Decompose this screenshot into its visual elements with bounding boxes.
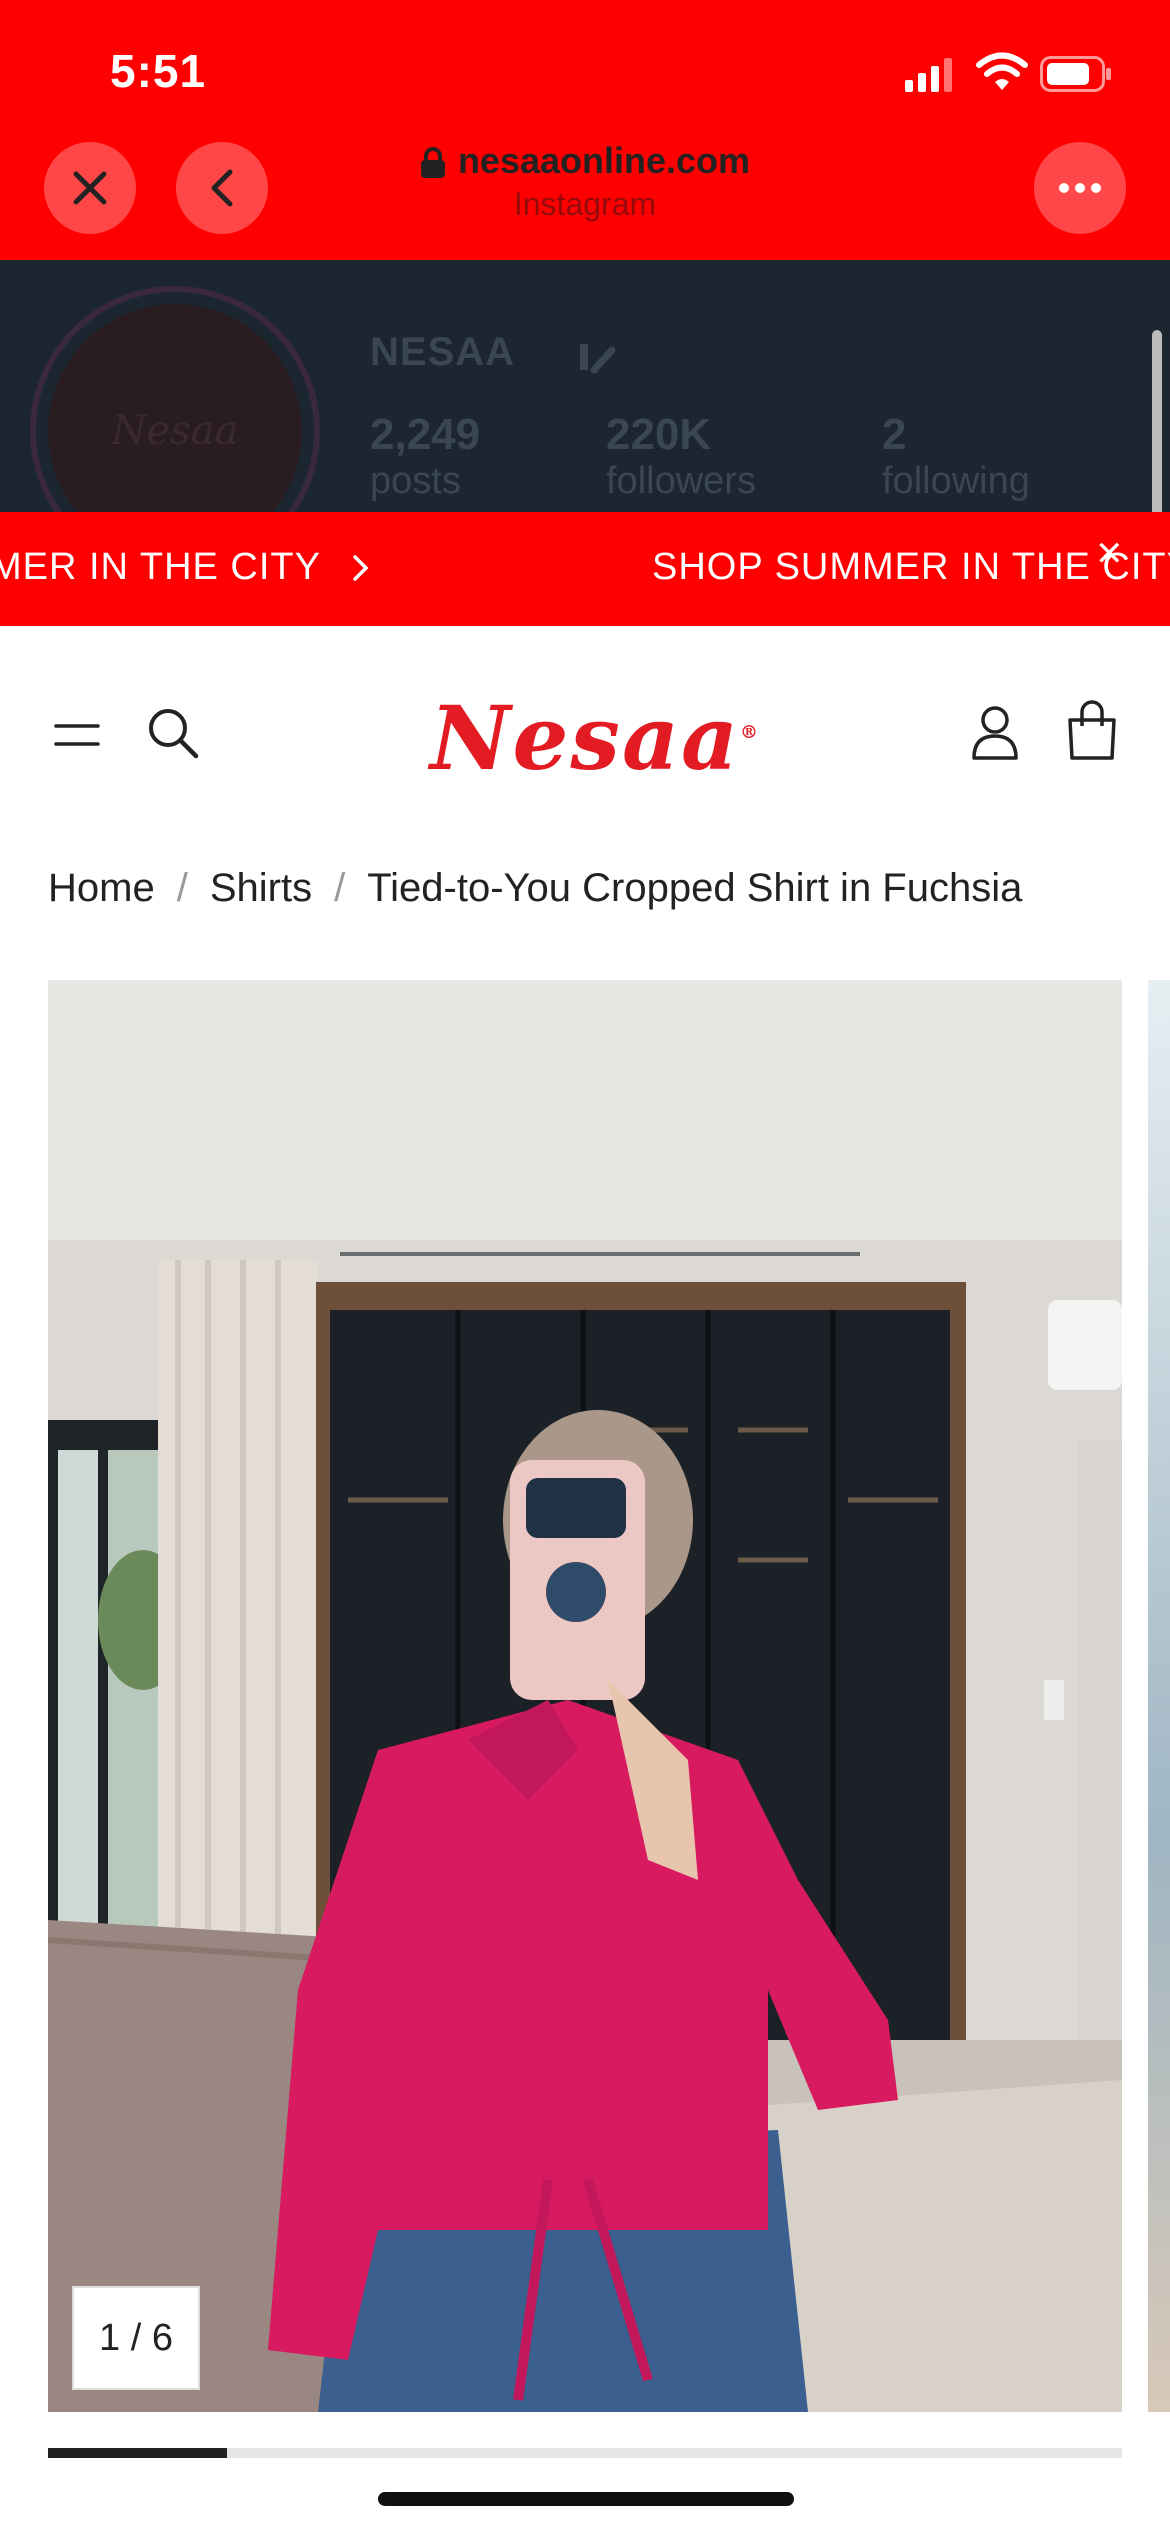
followers-stat: 220K followers xyxy=(606,410,756,502)
announcement-bar[interactable]: MER IN THE CITY SHOP SUMMER IN THE CITY … xyxy=(0,512,1170,626)
back-button[interactable] xyxy=(176,142,268,234)
wifi-icon xyxy=(976,52,1028,90)
breadcrumb-separator: / xyxy=(334,866,346,910)
address-bar[interactable]: nesaaonline.com Instagram xyxy=(300,140,870,223)
gallery-progress-fill xyxy=(48,2448,228,2458)
breadcrumb-separator: / xyxy=(176,866,188,910)
status-time: 5:51 xyxy=(110,45,207,97)
instagram-profile-header: Nesaa NESAA 2,249 posts 220K followers 2… xyxy=(0,260,1170,512)
posts-stat: 2,249 posts xyxy=(370,410,481,502)
cart-icon[interactable] xyxy=(1066,700,1118,760)
menu-icon[interactable] xyxy=(54,718,100,752)
brand-logo[interactable]: Nesaa® xyxy=(430,686,760,790)
url-source: Instagram xyxy=(513,186,657,222)
url-text: nesaaonline.com xyxy=(457,140,751,181)
search-icon[interactable] xyxy=(146,706,200,760)
chevron-right-icon xyxy=(353,555,369,581)
in-app-browser-bar: nesaaonline.com Instagram xyxy=(0,100,1170,260)
gallery-progress xyxy=(48,2448,1122,2458)
site-header: Nesaa® xyxy=(0,626,1170,844)
more-button[interactable] xyxy=(1034,142,1126,234)
profile-name: NESAA xyxy=(370,330,516,374)
signal-icon xyxy=(905,58,952,92)
edit-icon xyxy=(580,344,616,374)
close-button[interactable] xyxy=(44,142,136,234)
following-stat: 2 following xyxy=(882,410,1030,502)
breadcrumb-home[interactable]: Home xyxy=(48,866,155,910)
close-icon xyxy=(73,171,107,205)
product-photo xyxy=(48,980,1122,2412)
battery-icon xyxy=(1040,56,1111,92)
lock-icon xyxy=(420,147,445,179)
breadcrumb-shirts[interactable]: Shirts xyxy=(210,866,312,910)
next-image-peek[interactable] xyxy=(1148,980,1170,2412)
back-icon xyxy=(211,169,233,207)
breadcrumb-current: Tied-to-You Cropped Shirt in Fuchsia xyxy=(367,866,1023,910)
breadcrumb-fade xyxy=(1028,866,1118,911)
announcement-text-left[interactable]: MER IN THE CITY xyxy=(0,546,372,589)
account-icon[interactable] xyxy=(970,704,1020,760)
announcement-close-icon[interactable]: ✕ xyxy=(1095,534,1124,574)
home-indicator[interactable] xyxy=(378,2492,794,2506)
announcement-text-right[interactable]: SHOP SUMMER IN THE CITY xyxy=(652,546,1170,589)
breadcrumb: Home / Shirts / Tied-to-You Cropped Shirt in… xyxy=(48,866,1118,911)
more-icon xyxy=(1059,183,1101,193)
product-image[interactable] xyxy=(48,980,1122,2412)
image-counter: 1 / 6 xyxy=(72,2286,200,2390)
